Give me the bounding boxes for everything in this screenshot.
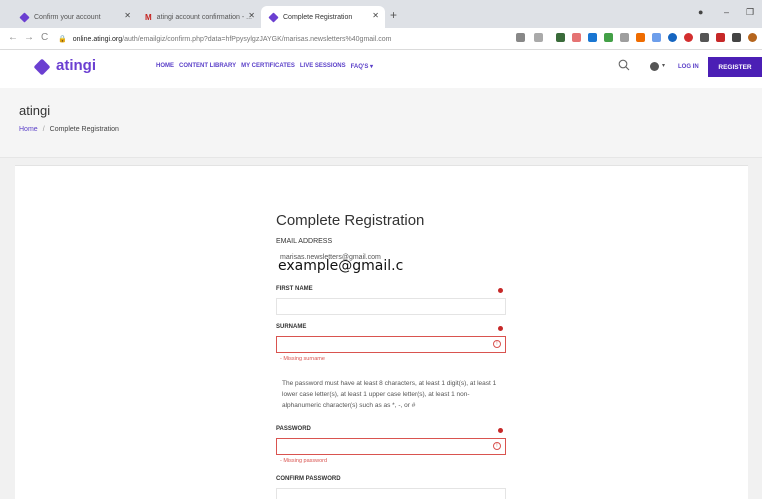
key-icon[interactable] <box>516 33 525 42</box>
required-icon <box>498 288 503 293</box>
url-path: /auth/emailgiz/confirm.php?data=hfPpysyl… <box>122 35 392 43</box>
password-field[interactable]: ! <box>276 438 506 455</box>
page-title: atingi <box>19 103 51 118</box>
required-icon <box>498 326 503 331</box>
atingi-favicon-icon <box>19 11 30 23</box>
close-tab-icon[interactable]: ✕ <box>372 11 379 20</box>
avatar[interactable] <box>748 33 757 42</box>
new-tab-icon[interactable]: + <box>390 8 397 22</box>
globe-icon[interactable] <box>650 62 659 71</box>
nav-faqs[interactable]: FAQ'S ▾ <box>351 63 373 70</box>
breadcrumb: Home / Complete Registration <box>19 126 119 133</box>
first-name-label: FIRST NAME <box>276 286 313 292</box>
surname-label: SURNAME <box>276 324 307 330</box>
browser-tab-strip: Confirm your account ✕ M atingi account … <box>0 0 762 28</box>
site-logo[interactable]: atingi <box>56 57 96 74</box>
surname-error: - Missing surname <box>280 356 325 362</box>
nav-my-certificates[interactable]: MY CERTIFICATES <box>241 63 295 70</box>
required-icon <box>498 428 503 433</box>
lock-icon: 🔒 <box>58 36 67 43</box>
extension-icon[interactable] <box>572 33 581 42</box>
nav-home[interactable]: HOME <box>156 63 174 70</box>
url-domain: online.atingi.org <box>72 35 123 43</box>
login-link[interactable]: LOG IN <box>678 64 699 70</box>
main-nav: HOME CONTENT LIBRARY MY CERTIFICATES LIV… <box>156 63 373 70</box>
register-button[interactable]: REGISTER <box>708 57 762 77</box>
password-error: - Missing password <box>280 458 328 464</box>
breadcrumb-current: Complete Registration <box>49 126 119 133</box>
overlay-annotation-text: example@gmail.c <box>278 258 404 274</box>
search-icon[interactable] <box>618 59 630 71</box>
tab-title: Complete Registration <box>283 13 353 21</box>
confirm-password-label: CONFIRM PASSWORD <box>276 476 341 482</box>
restore-icon[interactable]: ❐ <box>746 7 754 18</box>
tab-confirm-account[interactable]: Confirm your account ✕ <box>12 6 137 28</box>
site-header: atingi HOME CONTENT LIBRARY MY CERTIFICA… <box>0 50 762 88</box>
nav-content-library[interactable]: CONTENT LIBRARY <box>179 63 236 70</box>
password-requirements-text: The password must have at least 8 charac… <box>282 380 497 409</box>
browser-toolbar: ← → C 🔒 online.atingi.org/auth/emailgiz/… <box>0 28 762 50</box>
extension-icon[interactable] <box>668 33 677 42</box>
chevron-down-icon[interactable]: ▾ <box>662 62 665 69</box>
breadcrumb-home[interactable]: Home <box>19 126 38 133</box>
extension-icon[interactable] <box>588 33 597 42</box>
extension-icon[interactable] <box>636 33 645 42</box>
extension-icon[interactable] <box>556 33 565 42</box>
opera-icon[interactable] <box>684 33 693 42</box>
close-tab-icon[interactable]: ✕ <box>124 11 131 20</box>
address-bar[interactable]: 🔒 online.atingi.org/auth/emailgiz/confir… <box>58 31 508 47</box>
email-label: EMAIL ADDRESS <box>276 238 333 245</box>
first-name-field[interactable] <box>276 298 506 315</box>
atingi-favicon-icon <box>268 11 279 23</box>
close-tab-icon[interactable]: ✕ <box>248 11 255 20</box>
atingi-logo-icon[interactable] <box>33 58 51 76</box>
password-label: PASSWORD <box>276 426 311 432</box>
page-hero: atingi Home / Complete Registration <box>0 88 762 158</box>
tab-title: atingi account confirmation - ... <box>156 13 252 21</box>
profile-icon[interactable]: ● <box>698 7 703 17</box>
extension-icon[interactable] <box>716 33 725 42</box>
form-title: Complete Registration <box>276 212 425 229</box>
confirm-password-field[interactable] <box>276 488 506 499</box>
surname-field[interactable]: ! <box>276 336 506 353</box>
tab-gmail[interactable]: M atingi account confirmation - ... ✕ <box>137 6 261 28</box>
minimize-icon[interactable]: – <box>724 7 729 17</box>
nav-live-sessions[interactable]: LIVE SESSIONS <box>300 63 346 70</box>
puzzle-icon[interactable] <box>732 33 741 42</box>
back-icon[interactable]: ← <box>8 32 18 43</box>
gmail-icon: M <box>145 12 152 22</box>
reload-icon[interactable]: C <box>41 32 48 43</box>
star-icon[interactable] <box>534 33 543 42</box>
extension-icon[interactable] <box>604 33 613 42</box>
error-icon: ! <box>493 340 501 348</box>
tab-complete-registration[interactable]: Complete Registration ✕ <box>261 6 385 28</box>
error-icon: ! <box>493 442 501 450</box>
extension-icon[interactable] <box>700 33 709 42</box>
forward-icon[interactable]: → <box>24 32 34 43</box>
tab-title: Confirm your account <box>34 13 101 21</box>
breadcrumb-separator: / <box>42 126 45 133</box>
extension-icon[interactable] <box>652 33 661 42</box>
extension-icon[interactable] <box>620 33 629 42</box>
